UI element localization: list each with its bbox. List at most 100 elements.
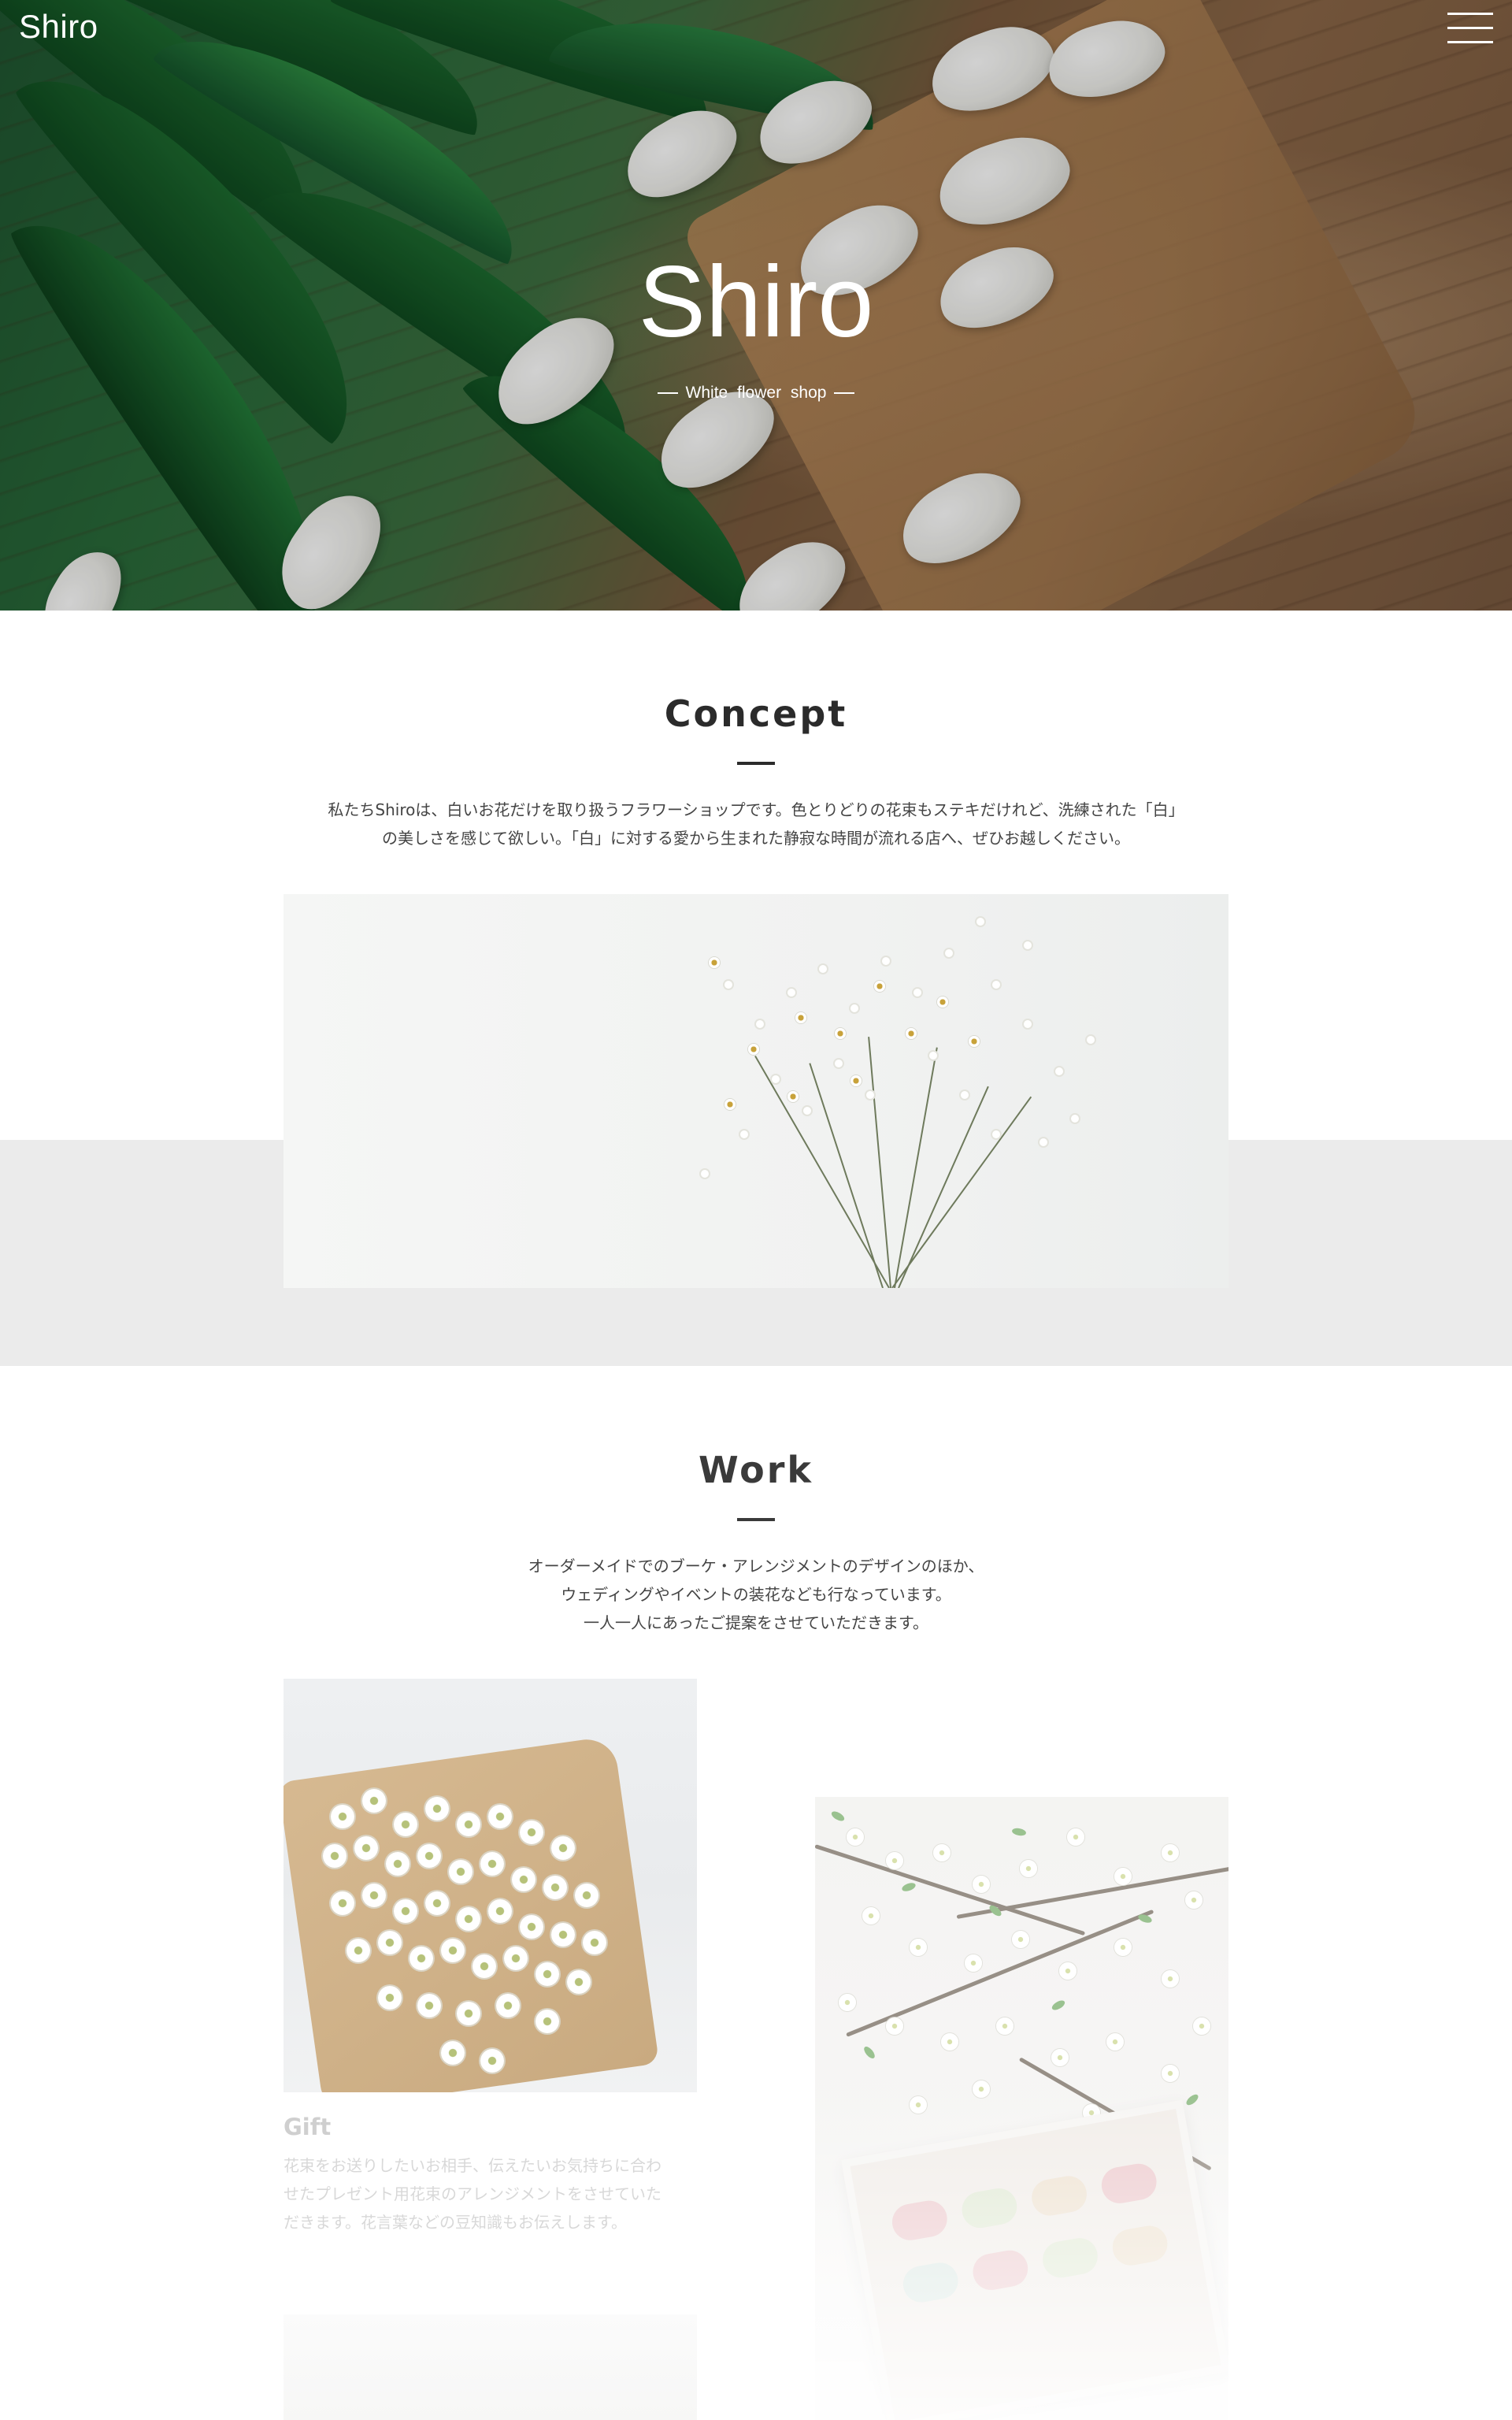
chamomile-flower bbox=[788, 1091, 799, 1102]
babys-breath bbox=[740, 1130, 748, 1138]
babys-breath bbox=[945, 949, 953, 957]
chrysanthemum bbox=[417, 1994, 441, 2017]
work-text-line: ウェディングやイベントの装花なども行なっています。 bbox=[561, 1585, 951, 1604]
chamomile-flower bbox=[748, 1044, 759, 1055]
chrysanthemum bbox=[362, 1789, 386, 1813]
chamomile-flower bbox=[850, 1075, 862, 1086]
subtitle-dash-left bbox=[657, 392, 678, 395]
babys-breath bbox=[1087, 1036, 1095, 1044]
babys-breath bbox=[1040, 1138, 1047, 1146]
work-gift-text-line: 花束をお送りしたいお相手、伝えたいお気持ちに合わ bbox=[284, 2156, 662, 2175]
concept-title: Concept bbox=[664, 692, 848, 735]
chrysanthemum bbox=[567, 1970, 591, 1994]
subtitle-dash-right bbox=[834, 392, 855, 395]
chrysanthemum bbox=[362, 1884, 386, 1907]
chrysanthemum bbox=[425, 1797, 449, 1821]
chrysanthemum bbox=[386, 1852, 410, 1876]
chrysanthemum bbox=[536, 1962, 559, 1986]
chrysanthemum bbox=[575, 1884, 598, 1907]
chrysanthemum bbox=[331, 1891, 354, 1915]
concept-text: 私たちShiroは、白いお花だけを取り扱うフラワーショップです。色とりどりの花束… bbox=[0, 796, 1512, 852]
chrysanthemum bbox=[480, 2049, 504, 2073]
work-title: Work bbox=[699, 1449, 813, 1491]
hero-section: Shiro Shiro White flower shop bbox=[0, 0, 1512, 611]
flower-stem bbox=[891, 1096, 1032, 1288]
work-text-line: 一人一人にあったご提案をさせていただきます。 bbox=[584, 1613, 928, 1632]
babys-breath bbox=[992, 1130, 1000, 1138]
chrysanthemum bbox=[551, 1923, 575, 1947]
chrysanthemum bbox=[417, 1844, 441, 1868]
babys-breath bbox=[701, 1170, 709, 1178]
chrysanthemum bbox=[441, 2041, 465, 2065]
chrysanthemum bbox=[394, 1899, 417, 1923]
chrysanthemum bbox=[425, 1891, 449, 1915]
work-third-image[interactable] bbox=[284, 2314, 697, 2420]
babys-breath bbox=[866, 1091, 874, 1099]
chamomile-flower bbox=[709, 957, 720, 968]
concept-text-line: 私たちShiroは、白いお花だけを取り扱うフラワーショップです。色とりどりの花束… bbox=[328, 800, 1184, 819]
concept-text-line: の美しさを感じて欲しい。「白」に対する愛から生まれた静寂な時間が流れる店へ、ぜひ… bbox=[382, 829, 1130, 848]
chrysanthemum bbox=[346, 1939, 370, 1962]
chrysanthemum bbox=[536, 2010, 559, 2033]
babys-breath bbox=[772, 1075, 780, 1083]
hero-subtitle-text: White flower shop bbox=[685, 384, 827, 402]
chamomile-flower bbox=[874, 981, 885, 992]
chrysanthemum bbox=[378, 1986, 402, 2010]
hero-title: Shiro bbox=[638, 246, 874, 358]
babys-breath bbox=[976, 918, 984, 926]
work-gift-text-line: せたプレゼント用花束のアレンジメントをさせていた bbox=[284, 2184, 662, 2203]
chamomile-flower bbox=[724, 1099, 736, 1110]
babys-breath bbox=[756, 1020, 764, 1028]
chrysanthemum bbox=[520, 1821, 543, 1844]
babys-breath bbox=[835, 1060, 843, 1067]
chrysanthemum bbox=[480, 1852, 504, 1876]
work-text-line: オーダーメイドでのブーケ・アレンジメントのデザインのほか、 bbox=[528, 1557, 984, 1576]
chrysanthemum bbox=[354, 1836, 378, 1860]
babys-breath bbox=[914, 989, 921, 997]
chrysanthemum bbox=[410, 1947, 433, 1970]
chrysanthemum bbox=[472, 1954, 496, 1978]
chamomile-flower bbox=[906, 1028, 917, 1039]
babys-breath bbox=[1024, 941, 1032, 949]
babys-breath bbox=[961, 1091, 969, 1099]
work-blossom-image[interactable] bbox=[815, 1797, 1228, 2420]
chamomile-flower bbox=[795, 1012, 806, 1023]
image-fade bbox=[815, 2089, 1228, 2420]
babys-breath bbox=[929, 1052, 937, 1060]
chrysanthemum bbox=[457, 1907, 480, 1931]
chrysanthemum bbox=[583, 1931, 606, 1954]
work-gift-image[interactable] bbox=[284, 1679, 697, 2092]
hamburger-menu-icon[interactable] bbox=[1447, 13, 1493, 44]
babys-breath bbox=[882, 957, 890, 965]
chrysanthemum bbox=[551, 1836, 575, 1860]
chrysanthemum bbox=[441, 1939, 465, 1962]
chrysanthemum bbox=[394, 1813, 417, 1836]
chrysanthemum bbox=[488, 1899, 512, 1923]
babys-breath bbox=[1071, 1115, 1079, 1123]
flower-stem bbox=[894, 1047, 938, 1288]
work-text: オーダーメイドでのブーケ・アレンジメントのデザインのほか、 ウェディングやイベン… bbox=[0, 1552, 1512, 1637]
chrysanthemum bbox=[449, 1860, 472, 1884]
babys-breath bbox=[1055, 1067, 1063, 1075]
work-gift-title[interactable]: Gift bbox=[284, 2114, 331, 2140]
chrysanthemum bbox=[457, 1813, 480, 1836]
concept-image bbox=[284, 894, 1228, 1288]
chrysanthemum bbox=[543, 1876, 567, 1899]
chrysanthemum bbox=[323, 1844, 346, 1868]
chrysanthemum bbox=[512, 1868, 536, 1891]
babys-breath bbox=[1024, 1020, 1032, 1028]
chamomile-flower bbox=[835, 1028, 846, 1039]
site-logo[interactable]: Shiro bbox=[19, 8, 98, 46]
babys-breath bbox=[819, 965, 827, 973]
chrysanthemum bbox=[496, 1994, 520, 2017]
chrysanthemum bbox=[488, 1805, 512, 1828]
hero-subtitle: White flower shop bbox=[0, 384, 1512, 403]
babys-breath bbox=[850, 1004, 858, 1012]
work-gift-text-line: だきます。花言葉などの豆知識もお伝えします。 bbox=[284, 2213, 627, 2232]
work-gift-text: 花束をお送りしたいお相手、伝えたいお気持ちに合わ せたプレゼント用花束のアレンジ… bbox=[284, 2151, 697, 2236]
chamomile-flower bbox=[937, 997, 948, 1008]
babys-breath bbox=[724, 981, 732, 989]
chrysanthemum bbox=[378, 1931, 402, 1954]
babys-breath bbox=[788, 989, 795, 997]
concept-title-underline bbox=[737, 762, 775, 765]
